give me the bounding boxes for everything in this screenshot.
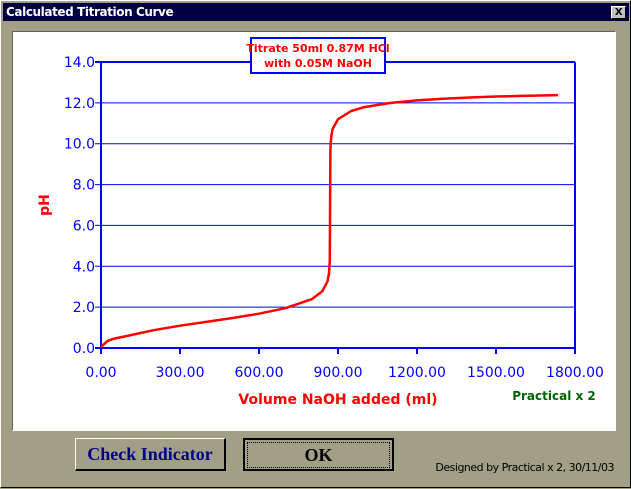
x-axis-label: Volume NaOH added (ml) (238, 392, 437, 408)
y-axis-label: pH (37, 194, 53, 216)
y-tick-label: 10.0 (64, 137, 95, 153)
credit-text: Designed by Practical x 2, 30/11/03 (435, 461, 614, 474)
x-tick-label: 1200.00 (388, 365, 446, 381)
y-tick-label: 8.0 (73, 178, 95, 194)
chart-title-line: Titrate 50ml 0.87M HCl (246, 42, 389, 55)
x-tick-label: 300.00 (156, 365, 205, 381)
x-tick-label: 0.00 (85, 365, 116, 381)
x-tick-label: 600.00 (235, 365, 284, 381)
ok-button[interactable]: OK (243, 438, 394, 471)
x-tick-label: 900.00 (314, 365, 363, 381)
y-tick-label: 2.0 (73, 300, 95, 316)
ok-label: OK (247, 442, 390, 468)
titration-chart: 0.0 2.0 4.0 6.0 8.0 10.0 12.0 14.0 0.00 300.00 600… (37, 37, 604, 408)
y-tick-label: 6.0 (73, 218, 95, 234)
titration-curve (100, 93, 558, 348)
check-indicator-button[interactable]: Check Indicator (75, 438, 226, 471)
x-tick-label: 1800.00 (546, 365, 604, 381)
y-tick-label: 14.0 (64, 55, 95, 71)
dialog-window: Calculated Titration Curve X 0.0 2.0 4.0 6.… (0, 0, 631, 488)
x-tick-label: 1500.00 (467, 365, 525, 381)
y-tick-label: 4.0 (73, 259, 95, 275)
chart-title-line: with 0.05M NaOH (264, 57, 372, 70)
y-tick-label: 0.0 (73, 341, 95, 357)
watermark-text: Practical x 2 (512, 389, 596, 403)
y-tick-label: 12.0 (64, 96, 95, 112)
